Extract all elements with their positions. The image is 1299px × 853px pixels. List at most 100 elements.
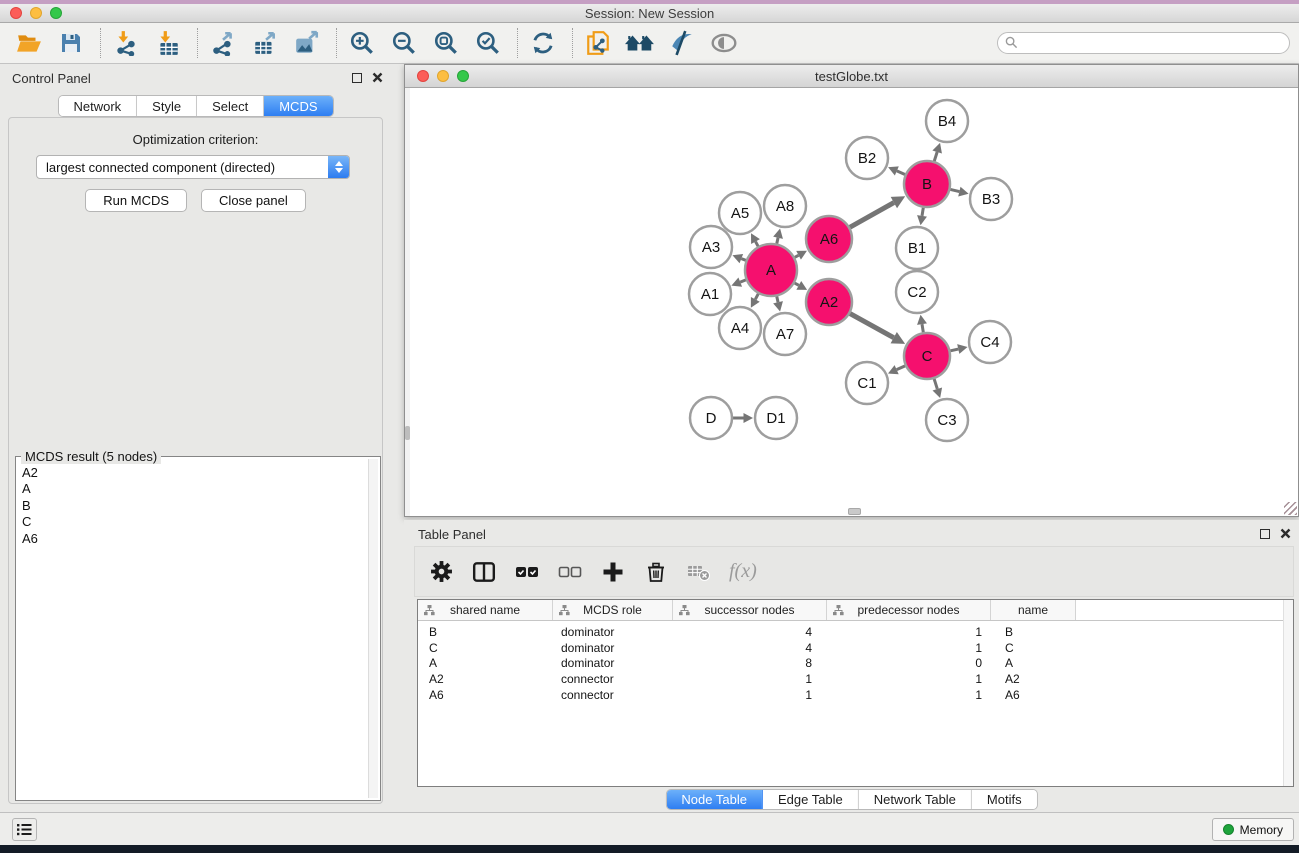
zoom-fit-icon[interactable] xyxy=(431,28,461,58)
memory-button[interactable]: Memory xyxy=(1212,818,1294,841)
graph-edge-A-A1[interactable] xyxy=(740,280,746,282)
window-resize-grip[interactable] xyxy=(1284,502,1297,515)
tab-style[interactable]: Style xyxy=(137,96,197,116)
run-mcds-button[interactable]: Run MCDS xyxy=(85,189,187,212)
table-cell[interactable]: B xyxy=(991,625,1076,639)
graph-edge-B-B2[interactable] xyxy=(897,171,905,175)
graph-edge-B-B1[interactable] xyxy=(922,208,923,216)
table-cell[interactable]: dominator xyxy=(553,625,673,639)
tab-network-table[interactable]: Network Table xyxy=(859,790,972,809)
float-panel-icon[interactable] xyxy=(352,73,362,83)
import-table-icon[interactable] xyxy=(153,28,183,58)
save-session-icon[interactable] xyxy=(56,28,86,58)
column-header-shared-name[interactable]: shared name xyxy=(418,600,553,620)
table-cell[interactable]: B xyxy=(418,625,553,639)
graph-edge-C-C1[interactable] xyxy=(897,366,905,370)
graph-edge-A-A2[interactable] xyxy=(795,283,799,285)
tab-mcds[interactable]: MCDS xyxy=(264,96,332,116)
table-cell[interactable]: A2 xyxy=(991,672,1076,686)
table-row-B[interactable]: Bdominator41B xyxy=(418,624,1293,640)
table-cell[interactable]: 4 xyxy=(673,641,827,655)
table-cell[interactable]: A6 xyxy=(418,688,553,702)
table-cell[interactable]: 1 xyxy=(673,672,827,686)
settings-gear-icon[interactable] xyxy=(428,559,454,585)
result-list-item[interactable]: A2 xyxy=(19,465,366,481)
table-cell[interactable]: 8 xyxy=(673,656,827,670)
table-cell[interactable]: dominator xyxy=(553,656,673,670)
table-cell[interactable]: 1 xyxy=(827,688,991,702)
table-cell[interactable]: 0 xyxy=(827,656,991,670)
result-list-item[interactable]: A xyxy=(19,481,366,497)
tab-select[interactable]: Select xyxy=(197,96,264,116)
table-row-A2[interactable]: A2connector11A2 xyxy=(418,671,1293,687)
column-header-name[interactable]: name xyxy=(991,600,1076,620)
paint-style-icon[interactable] xyxy=(667,28,697,58)
close-panel-button[interactable]: Close panel xyxy=(201,189,306,212)
search-input[interactable] xyxy=(997,32,1290,54)
result-list-item[interactable]: A6 xyxy=(19,531,366,547)
table-cell[interactable]: C xyxy=(418,641,553,655)
result-list-item[interactable]: C xyxy=(19,514,366,530)
table-cell[interactable]: connector xyxy=(553,672,673,686)
table-cell[interactable]: 1 xyxy=(827,625,991,639)
graph-edge-A-A3[interactable] xyxy=(741,259,745,261)
zoom-in-icon[interactable] xyxy=(347,28,377,58)
column-header-predecessor-nodes[interactable]: predecessor nodes xyxy=(827,600,991,620)
graph-edge-A-A6[interactable] xyxy=(795,255,799,257)
table-scrollbar[interactable] xyxy=(1283,600,1293,786)
column-header-MCDS-role[interactable]: MCDS role xyxy=(553,600,673,620)
graph-edge-C-C4[interactable] xyxy=(950,349,958,351)
table-cell[interactable]: 1 xyxy=(673,688,827,702)
table-cell[interactable]: 4 xyxy=(673,625,827,639)
function-builder-icon[interactable]: f(x) xyxy=(729,559,757,585)
column-visibility-icon[interactable] xyxy=(471,559,497,585)
result-scrollbar[interactable] xyxy=(368,459,378,798)
table-cell[interactable]: dominator xyxy=(553,641,673,655)
graph-edge-A-A8[interactable] xyxy=(777,238,778,244)
home-icon[interactable] xyxy=(625,28,655,58)
delete-table-icon[interactable] xyxy=(686,559,712,585)
table-cell[interactable]: A6 xyxy=(991,688,1076,702)
export-table-icon[interactable] xyxy=(250,28,280,58)
close-panel-icon[interactable] xyxy=(372,72,383,83)
table-cell[interactable]: A xyxy=(991,656,1076,670)
graph-edge-B-B4[interactable] xyxy=(934,152,937,161)
layout-refresh-icon[interactable] xyxy=(528,28,558,58)
float-table-panel-icon[interactable] xyxy=(1260,529,1270,539)
duplicate-network-icon[interactable] xyxy=(583,28,613,58)
canvas-horizontal-scrollbar[interactable] xyxy=(848,508,861,515)
graph-edge-A2-C[interactable] xyxy=(850,314,894,338)
table-row-A6[interactable]: A6connector11A6 xyxy=(418,687,1293,703)
delete-column-icon[interactable] xyxy=(643,559,669,585)
eye-hide-icon[interactable] xyxy=(709,28,739,58)
tab-node-table[interactable]: Node Table xyxy=(666,790,763,809)
network-canvas[interactable]: B4B2BB3A5A8A6B1A3AC2A1A2A4A7C4CC1DD1C3 xyxy=(405,88,1298,516)
graph-edge-A-A4[interactable] xyxy=(755,294,758,300)
select-all-icon[interactable] xyxy=(514,559,540,585)
graph-edge-A-A5[interactable] xyxy=(756,242,759,247)
graph-edge-A-A7[interactable] xyxy=(777,296,778,302)
tab-network[interactable]: Network xyxy=(58,96,137,116)
export-image-icon[interactable] xyxy=(292,28,322,58)
table-cell[interactable]: A2 xyxy=(418,672,553,686)
add-column-icon[interactable] xyxy=(600,559,626,585)
deselect-all-icon[interactable] xyxy=(557,559,583,585)
table-cell[interactable]: 1 xyxy=(827,672,991,686)
graph-edge-A6-B[interactable] xyxy=(850,203,894,228)
column-header-successor-nodes[interactable]: successor nodes xyxy=(673,600,827,620)
task-history-button[interactable] xyxy=(12,818,37,841)
export-network-icon[interactable] xyxy=(208,28,238,58)
graph-edge-B-B3[interactable] xyxy=(950,189,959,191)
result-list-item[interactable]: B xyxy=(19,498,366,514)
table-cell[interactable]: C xyxy=(991,641,1076,655)
canvas-vertical-scrollbar[interactable] xyxy=(405,88,410,516)
import-network-icon[interactable] xyxy=(111,28,141,58)
table-cell[interactable]: A xyxy=(418,656,553,670)
table-row-A[interactable]: Adominator80A xyxy=(418,656,1293,672)
table-cell[interactable]: connector xyxy=(553,688,673,702)
tab-edge-table[interactable]: Edge Table xyxy=(763,790,859,809)
table-cell[interactable]: 1 xyxy=(827,641,991,655)
zoom-selected-icon[interactable] xyxy=(473,28,503,58)
graph-edge-C-C3[interactable] xyxy=(934,379,937,389)
graph-edge-C-C2[interactable] xyxy=(922,324,923,332)
